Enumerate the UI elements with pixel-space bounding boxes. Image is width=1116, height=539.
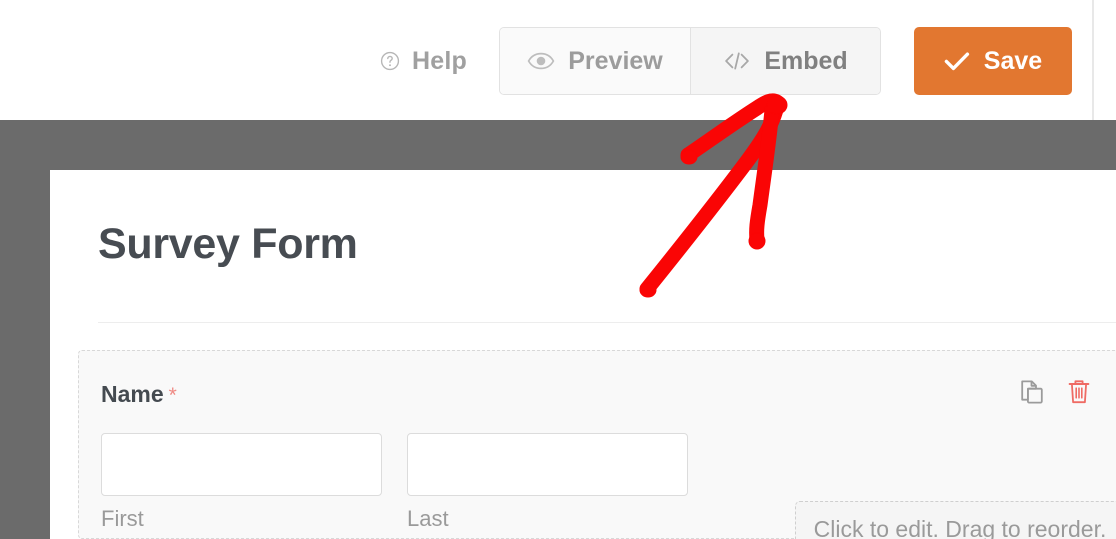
trash-icon[interactable] xyxy=(1064,377,1094,407)
preview-label: Preview xyxy=(568,46,663,75)
form-title: Survey Form xyxy=(98,220,358,268)
duplicate-icon[interactable] xyxy=(1017,377,1047,407)
field-label-text: Name xyxy=(101,381,164,407)
embed-button[interactable]: Embed xyxy=(690,28,880,94)
help-label: Help xyxy=(412,46,467,75)
edit-hint-tooltip: Click to edit. Drag to reorder. xyxy=(795,501,1116,539)
question-circle-icon xyxy=(379,50,401,72)
edit-hint-text: Click to edit. Drag to reorder. xyxy=(813,515,1107,539)
help-button[interactable]: Help xyxy=(379,27,467,95)
last-name-input[interactable] xyxy=(407,433,688,496)
form-preview-card: Survey Form Name * First Last xyxy=(50,170,1116,539)
form-builder-header: Help Preview Embed Save xyxy=(0,0,1116,120)
field-label-name: Name * xyxy=(101,381,177,408)
name-field-inputs: First Last xyxy=(101,433,688,530)
app-screen: Help Preview Embed Save Survey Form Name… xyxy=(0,0,1116,539)
header-right-divider xyxy=(1092,0,1094,120)
embed-label: Embed xyxy=(764,46,848,75)
preview-embed-button-group: Preview Embed xyxy=(499,27,881,95)
required-asterisk: * xyxy=(168,384,177,407)
field-actions xyxy=(1017,377,1094,407)
header-actions: Help Preview Embed Save xyxy=(379,0,1072,120)
code-icon xyxy=(723,51,751,71)
name-last-column: Last xyxy=(407,433,688,530)
save-label: Save xyxy=(983,46,1043,75)
save-button[interactable]: Save xyxy=(914,27,1072,95)
eye-icon xyxy=(527,51,555,71)
name-first-column: First xyxy=(101,433,382,530)
preview-button[interactable]: Preview xyxy=(500,28,690,94)
title-divider xyxy=(98,322,1116,323)
first-name-input[interactable] xyxy=(101,433,382,496)
last-name-sublabel: Last xyxy=(407,506,449,531)
check-icon xyxy=(944,51,970,71)
first-name-sublabel: First xyxy=(101,506,144,531)
